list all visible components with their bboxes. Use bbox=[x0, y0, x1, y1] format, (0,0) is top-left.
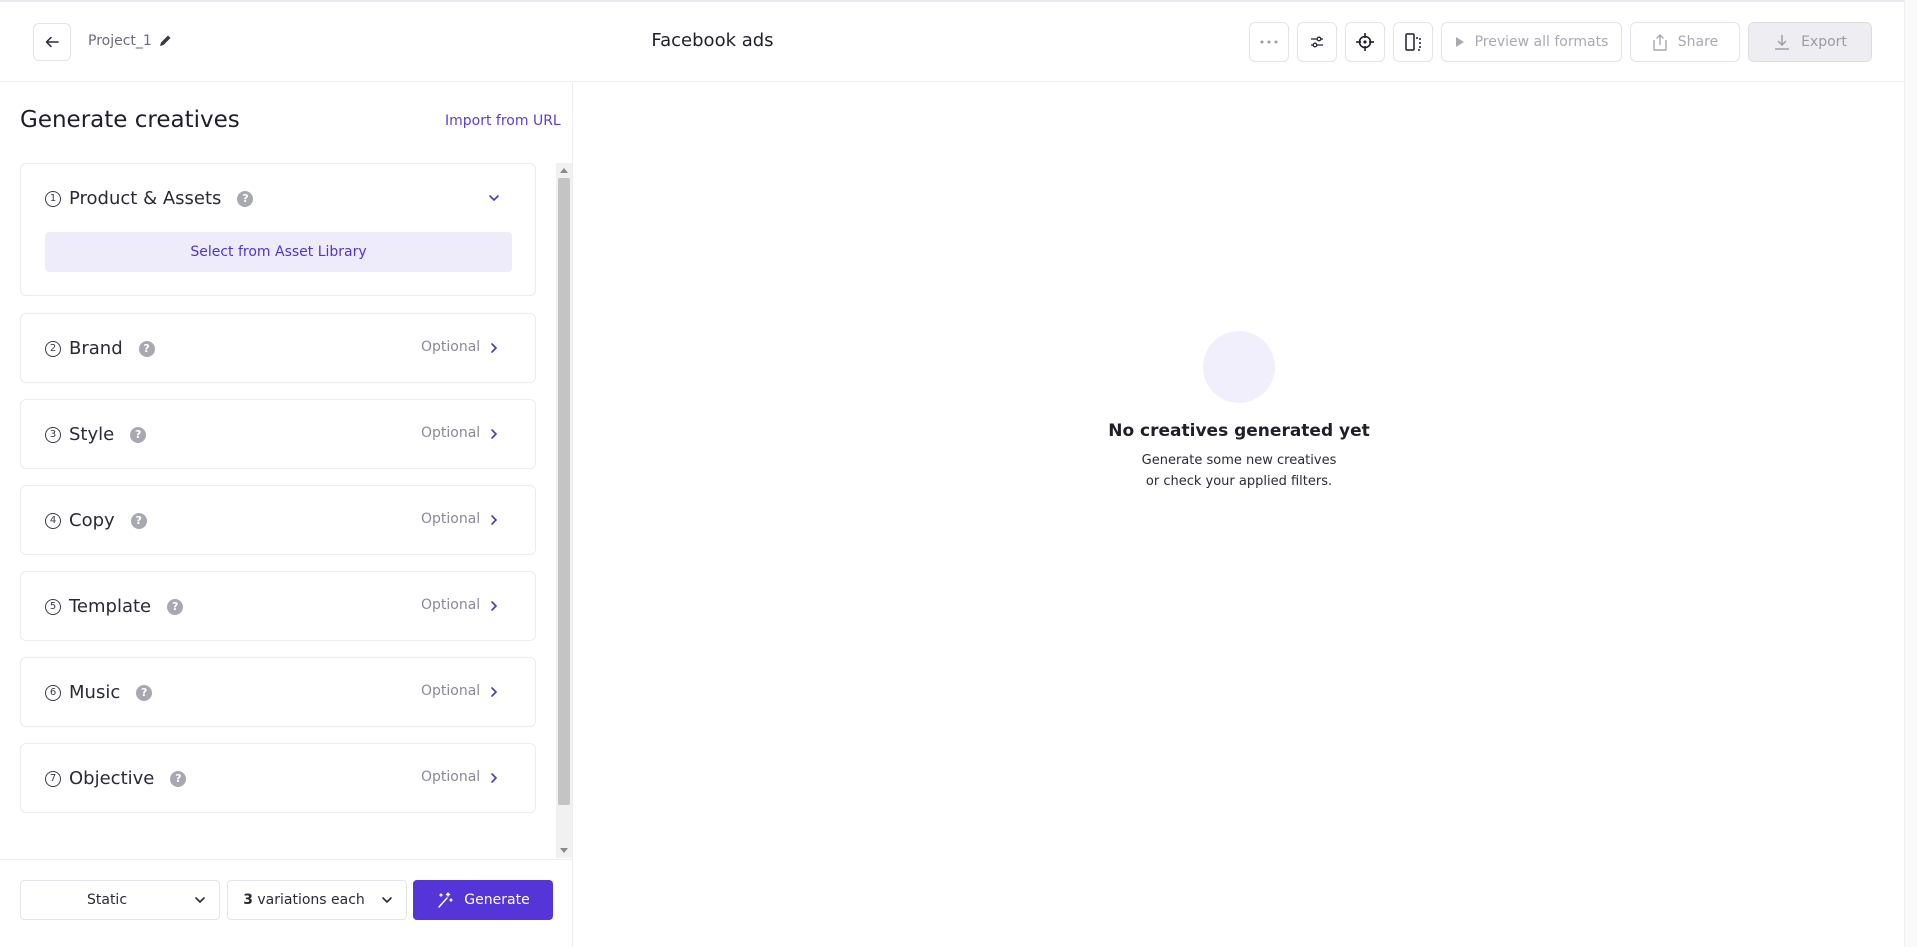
creatives-pane: No creatives generated yet Generate some… bbox=[574, 83, 1904, 947]
resize-icon bbox=[1405, 33, 1421, 51]
format-select[interactable]: Static bbox=[20, 880, 220, 920]
format-value: Static bbox=[86, 892, 128, 908]
section-template[interactable]: 5 Template ? Optional bbox=[20, 571, 536, 641]
pencil-icon[interactable] bbox=[157, 33, 173, 49]
step-number: 2 bbox=[45, 340, 61, 357]
download-icon bbox=[1775, 35, 1790, 50]
back-button[interactable] bbox=[33, 23, 71, 61]
step-number: 7 bbox=[45, 770, 61, 787]
optional-tag: Optional bbox=[421, 597, 481, 613]
chevron-down-icon bbox=[382, 897, 392, 904]
section-objective[interactable]: 7 Objective ? Optional bbox=[20, 743, 536, 813]
select-from-asset-library-button[interactable]: Select from Asset Library bbox=[45, 232, 512, 272]
generate-label: Generate bbox=[464, 892, 530, 908]
step-number: 1 bbox=[45, 190, 61, 207]
variations-value: 3 variations each bbox=[228, 892, 380, 908]
scroll-thumb[interactable] bbox=[558, 178, 570, 805]
help-icon[interactable]: ? bbox=[170, 770, 187, 787]
chevron-down-icon bbox=[195, 897, 205, 904]
chevron-right-icon[interactable] bbox=[488, 772, 500, 784]
help-icon[interactable]: ? bbox=[138, 340, 155, 357]
section-style[interactable]: 3 Style ? Optional bbox=[20, 399, 536, 469]
section-product-assets[interactable]: 1 Product & Assets ? Select from Asset L… bbox=[20, 163, 536, 296]
section-header: 6 Music ? bbox=[45, 682, 153, 703]
scroll-up-arrow[interactable] bbox=[560, 168, 568, 173]
crosshair-icon bbox=[1356, 33, 1374, 51]
magic-wand-icon bbox=[438, 892, 454, 908]
header: Project_1 Facebook ads Preview all forma… bbox=[0, 2, 1904, 82]
more-options-button[interactable] bbox=[1249, 22, 1289, 62]
empty-state-title: No creatives generated yet bbox=[1108, 421, 1370, 441]
resize-format-button[interactable] bbox=[1393, 22, 1433, 62]
preview-label: Preview all formats bbox=[1474, 34, 1609, 50]
export-label: Export bbox=[1801, 34, 1847, 50]
chevron-right-icon[interactable] bbox=[488, 342, 500, 354]
section-label: Music bbox=[69, 682, 121, 703]
sections-list: 1 Product & Assets ? Select from Asset L… bbox=[20, 163, 536, 858]
section-label: Template bbox=[69, 596, 152, 617]
optional-tag: Optional bbox=[421, 769, 481, 785]
page-title: Facebook ads bbox=[651, 30, 774, 51]
optional-tag: Optional bbox=[421, 339, 481, 355]
chevron-right-icon[interactable] bbox=[488, 514, 500, 526]
section-brand[interactable]: 2 Brand ? Optional bbox=[20, 313, 536, 383]
empty-state-line-2: or check your applied filters. bbox=[1145, 474, 1333, 489]
project-name[interactable]: Project_1 bbox=[88, 33, 152, 49]
ellipsis-icon bbox=[1260, 40, 1278, 44]
section-header: 7 Objective ? bbox=[45, 768, 187, 789]
share-button[interactable]: Share bbox=[1630, 22, 1740, 62]
help-icon[interactable]: ? bbox=[136, 684, 153, 701]
app-root: Project_1 Facebook ads Preview all forma… bbox=[0, 0, 1917, 947]
share-icon bbox=[1653, 34, 1667, 51]
step-number: 5 bbox=[45, 598, 61, 615]
variations-suffix: variations each bbox=[257, 892, 365, 908]
section-header: 5 Template ? bbox=[45, 596, 184, 617]
step-number: 4 bbox=[45, 512, 61, 529]
sections-scrollbar[interactable] bbox=[556, 163, 572, 858]
section-header: 4 Copy ? bbox=[45, 510, 147, 531]
empty-state-line-1: Generate some new creatives bbox=[1141, 453, 1337, 468]
section-music[interactable]: 6 Music ? Optional bbox=[20, 657, 536, 727]
variations-select[interactable]: 3 variations each bbox=[227, 880, 407, 920]
chevron-down-icon[interactable] bbox=[488, 192, 500, 204]
share-label: Share bbox=[1677, 34, 1719, 50]
section-header: 3 Style ? bbox=[45, 424, 147, 445]
chevron-right-icon[interactable] bbox=[488, 428, 500, 440]
scroll-down-arrow[interactable] bbox=[560, 848, 568, 853]
help-icon[interactable]: ? bbox=[130, 426, 147, 443]
focus-button[interactable] bbox=[1345, 22, 1385, 62]
optional-tag: Optional bbox=[421, 511, 481, 527]
step-number: 6 bbox=[45, 684, 61, 701]
panel-title: Generate creatives bbox=[20, 107, 240, 133]
arrow-left-icon bbox=[45, 36, 59, 48]
generate-panel: Generate creatives Import from URL 1 Pro… bbox=[0, 83, 573, 947]
optional-tag: Optional bbox=[421, 425, 481, 441]
section-header: 1 Product & Assets ? bbox=[45, 188, 254, 209]
section-copy[interactable]: 4 Copy ? Optional bbox=[20, 485, 536, 555]
empty-state-illustration bbox=[1203, 331, 1275, 403]
play-icon bbox=[1455, 37, 1464, 47]
help-icon[interactable]: ? bbox=[237, 190, 254, 207]
help-icon[interactable]: ? bbox=[167, 598, 184, 615]
export-button[interactable]: Export bbox=[1748, 22, 1872, 62]
chevron-right-icon[interactable] bbox=[488, 686, 500, 698]
optional-tag: Optional bbox=[421, 683, 481, 699]
section-label: Style bbox=[69, 424, 115, 445]
filters-button[interactable] bbox=[1297, 22, 1337, 62]
preview-all-formats-button[interactable]: Preview all formats bbox=[1441, 22, 1622, 62]
sliders-icon bbox=[1311, 36, 1323, 48]
page-scrollbar[interactable] bbox=[1904, 0, 1917, 947]
chevron-right-icon[interactable] bbox=[488, 600, 500, 612]
step-number: 3 bbox=[45, 426, 61, 443]
section-header: 2 Brand ? bbox=[45, 338, 155, 359]
variations-count: 3 bbox=[243, 892, 253, 908]
import-from-url-link[interactable]: Import from URL bbox=[445, 113, 561, 129]
generate-button[interactable]: Generate bbox=[413, 880, 553, 920]
generate-bar: Static 3 variations each Generate bbox=[0, 859, 573, 947]
section-label: Brand bbox=[69, 338, 123, 359]
section-label: Objective bbox=[69, 768, 155, 789]
section-label: Copy bbox=[69, 510, 115, 531]
section-label: Product & Assets bbox=[69, 188, 222, 209]
help-icon[interactable]: ? bbox=[130, 512, 147, 529]
